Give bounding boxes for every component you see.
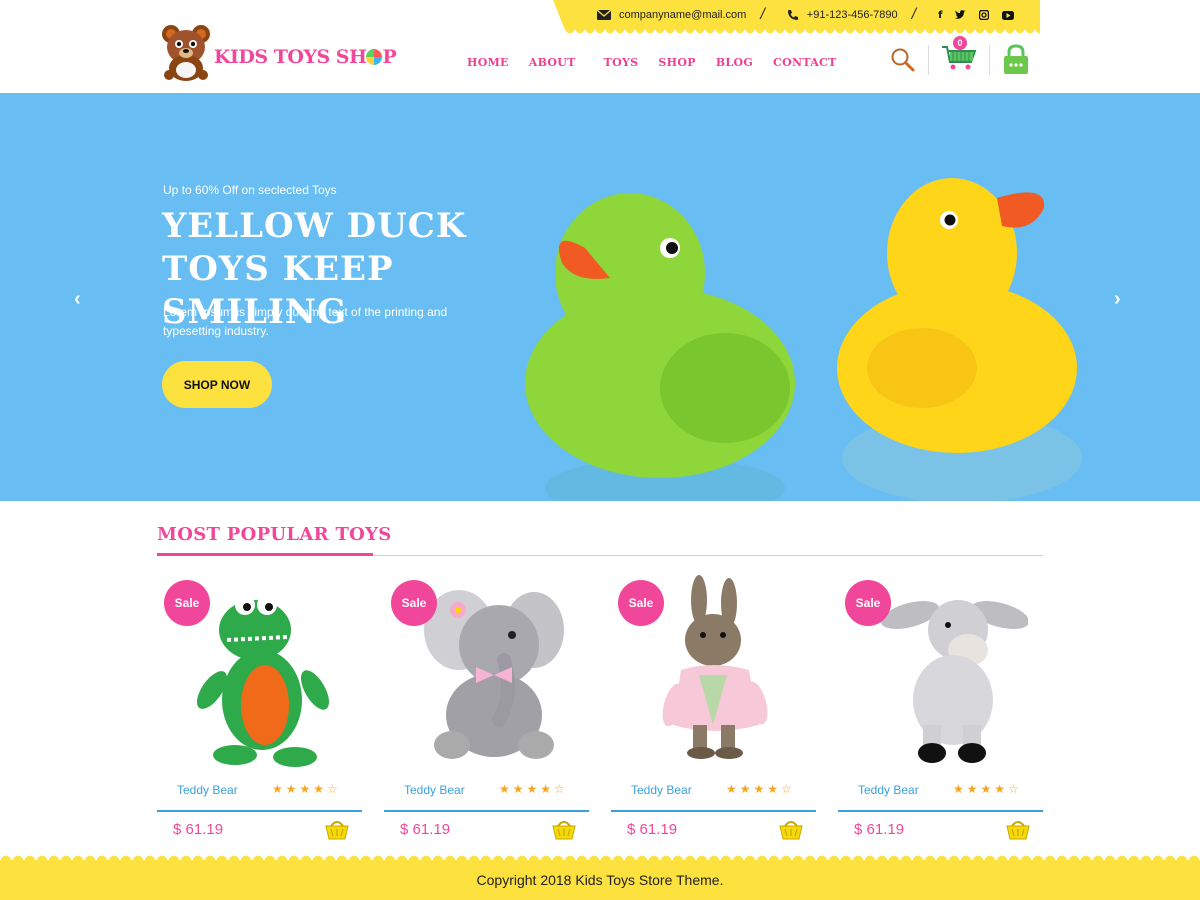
sale-badge: Sale — [618, 580, 664, 626]
site-logo[interactable]: KIDS TOYS SH P — [160, 20, 397, 82]
social-links: f — [938, 10, 1015, 21]
basket-icon[interactable] — [552, 818, 576, 840]
copyright-text: Copyright 2018 Kids Toys Store Theme. — [476, 872, 724, 888]
hero-title-line-1: YELLOW DUCK — [162, 206, 467, 246]
crocodile-toy-image — [196, 595, 329, 767]
separator: / — [911, 6, 917, 23]
nav-toys[interactable]: TOYS — [604, 56, 639, 69]
teddy-bear-logo-icon — [162, 25, 210, 81]
phone-icon — [787, 10, 798, 20]
search-icon[interactable] — [890, 47, 916, 73]
basket-icon[interactable] — [325, 818, 349, 840]
basket-icon[interactable] — [779, 818, 803, 840]
product-card[interactable]: Sale Teddy Bear ★★★★☆ $ 61.19 — [384, 575, 589, 845]
shop-now-button[interactable]: SHOP NOW — [162, 361, 272, 408]
elephant-toy-image — [424, 590, 564, 759]
site-header: KIDS TOYS SH P HOME ABOUT TOYS SHOP BLOG … — [0, 25, 1200, 93]
product-card[interactable]: Sale Teddy Bear ★★★★☆ $ 61.19 — [157, 575, 362, 845]
slider-next-arrow-icon[interactable]: › — [1114, 288, 1121, 311]
hero-description: Lorem Ipsum is simply dummy text of the … — [163, 305, 448, 338]
phone-item[interactable]: +91-123-456-7890 — [787, 9, 898, 21]
product-price: $ 61.19 — [400, 821, 451, 838]
product-price: $ 61.19 — [854, 821, 905, 838]
slider-prev-arrow-icon[interactable]: ‹ — [74, 288, 81, 311]
star-rating: ★★★★☆ — [499, 782, 568, 796]
top-contact-bar: companyname@mail.com / +91-123-456-7890 … — [553, 0, 1040, 30]
sale-badge: Sale — [845, 580, 891, 626]
cart-button[interactable]: 0 — [941, 36, 977, 77]
product-card[interactable]: Sale Teddy Bear ★★★★☆ $ 61.19 — [838, 575, 1043, 845]
bunny-toy-image — [662, 575, 768, 759]
facebook-icon[interactable]: f — [938, 10, 942, 21]
email-item[interactable]: companyname@mail.com — [597, 9, 746, 21]
email-text: companyname@mail.com — [619, 9, 747, 21]
sale-badge: Sale — [391, 580, 437, 626]
product-name[interactable]: Teddy Bear — [177, 783, 238, 797]
hero-kicker: Up to 60% Off on seclected Toys — [163, 183, 337, 197]
card-divider — [157, 810, 362, 812]
star-rating: ★★★★☆ — [726, 782, 795, 796]
header-actions: 0 — [890, 36, 1030, 77]
instagram-icon[interactable] — [979, 10, 990, 20]
cart-count-badge: 0 — [953, 36, 967, 50]
envelope-icon — [597, 10, 611, 20]
sale-badge: Sale — [164, 580, 210, 626]
yellow-duck-image — [837, 178, 1082, 501]
green-duck-image — [525, 193, 795, 501]
card-divider — [838, 810, 1043, 812]
product-price: $ 61.19 — [173, 821, 224, 838]
nav-contact[interactable]: CONTACT — [773, 56, 837, 69]
product-name[interactable]: Teddy Bear — [858, 783, 919, 797]
phone-text: +91-123-456-7890 — [806, 9, 898, 21]
divider — [928, 44, 929, 75]
star-rating: ★★★★☆ — [272, 782, 341, 796]
youtube-icon[interactable] — [1002, 10, 1015, 20]
hero-slider: Up to 60% Off on seclected Toys YELLOW D… — [0, 93, 1200, 501]
site-footer: Copyright 2018 Kids Toys Store Theme. — [0, 860, 1200, 900]
title-rule — [373, 555, 1043, 556]
nav-shop[interactable]: SHOP — [658, 56, 695, 69]
main-nav: HOME ABOUT TOYS SHOP BLOG CONTACT — [467, 56, 857, 69]
divider — [989, 44, 990, 75]
nav-blog[interactable]: BLOG — [716, 56, 753, 69]
section-title: MOST POPULAR TOYS — [157, 524, 392, 545]
nav-about[interactable]: ABOUT — [529, 56, 576, 69]
product-card[interactable]: Sale Teddy Bear ★★★★☆ $ 61.19 — [611, 575, 816, 845]
twitter-icon[interactable] — [955, 10, 967, 20]
star-rating: ★★★★☆ — [953, 782, 1022, 796]
title-underline — [157, 553, 373, 556]
brand-name: KIDS TOYS SH P — [214, 46, 397, 68]
product-price: $ 61.19 — [627, 821, 678, 838]
basket-icon[interactable] — [1006, 818, 1030, 840]
product-name[interactable]: Teddy Bear — [631, 783, 692, 797]
lock-icon[interactable] — [1002, 43, 1030, 76]
product-name[interactable]: Teddy Bear — [404, 783, 465, 797]
donkey-toy-image — [880, 600, 1028, 763]
separator: / — [760, 6, 765, 23]
nav-home[interactable]: HOME — [467, 56, 509, 69]
card-divider — [611, 810, 816, 812]
card-divider — [384, 810, 589, 812]
ball-icon — [366, 49, 383, 65]
